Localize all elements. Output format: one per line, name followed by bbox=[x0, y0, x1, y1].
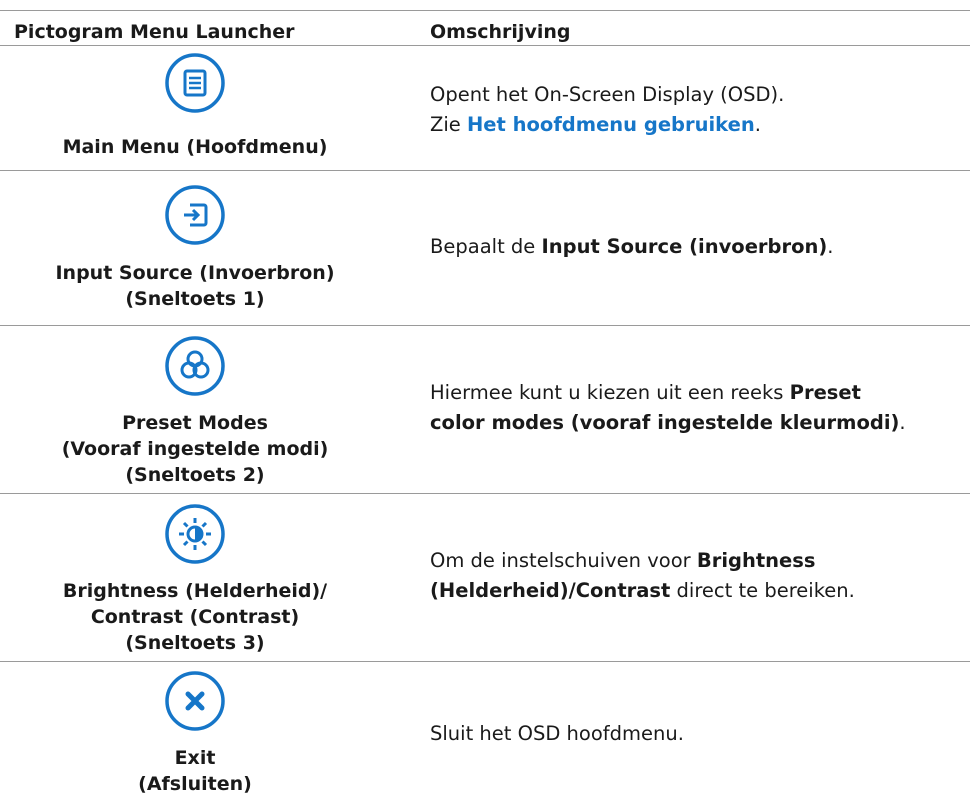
hoofdmenu-link[interactable]: Het hoofdmenu gebruiken bbox=[467, 113, 755, 136]
description-line: Om de instelschuiven voor Brightness bbox=[430, 546, 960, 576]
input-source-icon[interactable] bbox=[164, 184, 226, 246]
description-cell: Opent het On-Screen Display (OSD). Zie H… bbox=[430, 80, 960, 140]
description-line: Bepaalt de Input Source (invoerbron). bbox=[430, 232, 960, 262]
table-rule-top bbox=[0, 10, 970, 11]
description-text: Bepaalt de bbox=[430, 235, 542, 258]
description-line: (Helderheid)/Contrast direct te bereiken… bbox=[430, 576, 960, 606]
table-row: Preset Modes (Vooraf ingestelde modi) (S… bbox=[0, 326, 970, 493]
description-bold: Preset bbox=[789, 381, 861, 404]
exit-icon[interactable] bbox=[164, 670, 226, 732]
description-bold: Input Source (invoerbron) bbox=[541, 235, 828, 258]
description-text: . bbox=[827, 235, 834, 258]
icon-cell: Exit (Afsluiten) bbox=[0, 670, 390, 797]
description-cell: Om de instelschuiven voor Brightness (He… bbox=[430, 546, 960, 606]
icon-label: (Vooraf ingestelde modi) bbox=[61, 438, 329, 460]
icon-label: Preset Modes bbox=[122, 412, 268, 434]
icon-label: (Afsluiten) bbox=[138, 773, 252, 795]
brightness-icon[interactable] bbox=[164, 503, 226, 565]
icon-label: Exit bbox=[174, 747, 216, 769]
header-description-column: Omschrijving bbox=[430, 21, 571, 43]
description-line: color modes (vooraf ingestelde kleurmodi… bbox=[430, 408, 960, 438]
table-row: Brightness (Helderheid)/ Contrast (Contr… bbox=[0, 494, 970, 661]
table-row: Input Source (Invoerbron) (Sneltoets 1) … bbox=[0, 171, 970, 325]
preset-modes-icon[interactable] bbox=[164, 335, 226, 397]
description-line: Zie Het hoofdmenu gebruiken. bbox=[430, 110, 960, 140]
description-cell: Bepaalt de Input Source (invoerbron). bbox=[430, 232, 960, 262]
description-bold: color modes (vooraf ingestelde kleurmodi… bbox=[430, 411, 900, 434]
description-line: Hiermee kunt u kiezen uit een reeks Pres… bbox=[430, 378, 960, 408]
description-line: Sluit het OSD hoofdmenu. bbox=[430, 722, 684, 745]
icon-label: Brightness (Helderheid)/ bbox=[62, 580, 328, 602]
header-icon-column: Pictogram Menu Launcher bbox=[14, 21, 295, 43]
description-text: . bbox=[899, 411, 906, 434]
icon-cell: Brightness (Helderheid)/ Contrast (Contr… bbox=[0, 503, 390, 656]
description-text: . bbox=[754, 113, 761, 136]
description-text: direct te bereiken. bbox=[670, 579, 855, 602]
description-cell: Hiermee kunt u kiezen uit een reeks Pres… bbox=[430, 378, 960, 438]
description-text: Om de instelschuiven voor bbox=[430, 549, 697, 572]
description-cell: Sluit het OSD hoofdmenu. bbox=[430, 719, 960, 749]
icon-cell: Input Source (Invoerbron) (Sneltoets 1) bbox=[0, 184, 390, 312]
table-row: Main Menu (Hoofdmenu) Opent het On-Scree… bbox=[0, 46, 970, 170]
icon-cell: Main Menu (Hoofdmenu) bbox=[0, 52, 390, 160]
description-line: Opent het On-Screen Display (OSD). bbox=[430, 83, 785, 106]
description-text: Zie bbox=[430, 113, 467, 136]
description-bold: (Helderheid)/Contrast bbox=[430, 579, 671, 602]
description-bold: Brightness bbox=[696, 549, 816, 572]
description-text: Hiermee kunt u kiezen uit een reeks bbox=[430, 381, 790, 404]
table-row: Exit (Afsluiten) Sluit het OSD hoofdmenu… bbox=[0, 662, 970, 798]
menu-icon[interactable] bbox=[164, 52, 226, 114]
icon-label: Input Source (Invoerbron) bbox=[55, 262, 335, 284]
icon-label: (Sneltoets 3) bbox=[125, 632, 265, 654]
icon-cell: Preset Modes (Vooraf ingestelde modi) (S… bbox=[0, 335, 390, 488]
icon-label: Main Menu (Hoofdmenu) bbox=[62, 136, 328, 158]
icon-label: (Sneltoets 2) bbox=[125, 464, 265, 486]
icon-label: (Sneltoets 1) bbox=[125, 288, 265, 310]
icon-label: Contrast (Contrast) bbox=[90, 606, 300, 628]
